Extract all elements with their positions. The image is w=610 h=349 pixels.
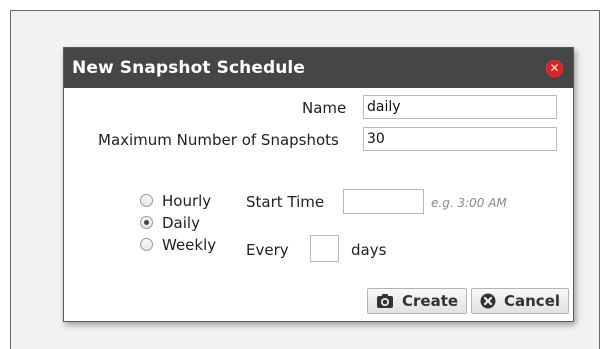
cancel-button[interactable]: Cancel [471,288,570,316]
max-snapshots-label: Maximum Number of Snapshots [98,131,339,149]
name-label: Name [302,99,347,117]
create-button[interactable]: Create [367,288,468,316]
days-label: days [351,241,387,259]
radio-label-daily: Daily [162,214,200,232]
dialog-title: New Snapshot Schedule [72,58,305,78]
start-time-label: Start Time [246,193,325,211]
camera-icon [376,292,394,316]
create-label: Create [402,292,459,310]
dialog-titlebar: New Snapshot Schedule ✕ [64,48,573,88]
radio-daily[interactable]: Daily [140,214,200,232]
radio-button[interactable] [140,194,153,207]
cancel-label: Cancel [504,292,561,310]
start-time-hint: e.g. 3:00 AM [431,196,507,210]
start-time-input[interactable] [343,189,424,214]
every-label: Every [246,241,289,259]
radio-hourly[interactable]: Hourly [140,192,211,210]
close-icon[interactable]: ✕ [546,60,563,77]
name-input[interactable] [363,95,557,119]
radio-label-weekly: Weekly [162,236,217,254]
radio-button-selected[interactable] [140,216,153,229]
radio-label-hourly: Hourly [162,192,212,210]
cancel-circle-icon [480,292,496,316]
max-snapshots-input[interactable] [363,127,557,151]
radio-weekly[interactable]: Weekly [140,236,216,254]
radio-button[interactable] [140,238,153,251]
every-days-input[interactable] [310,235,339,262]
new-snapshot-schedule-dialog: New Snapshot Schedule ✕ Name Maximum Num… [63,47,574,322]
